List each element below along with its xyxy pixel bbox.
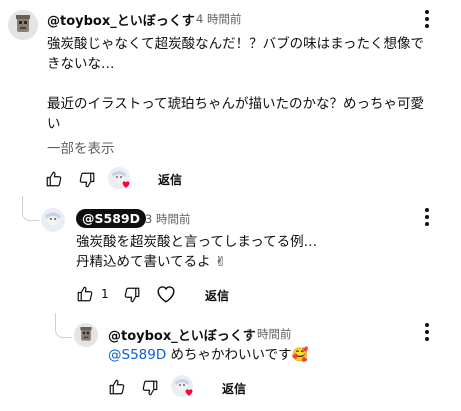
comment-time[interactable]: 4 時間前: [196, 11, 241, 27]
thumbs-down-icon[interactable]: [78, 171, 96, 189]
thread-connector: [22, 196, 39, 221]
more-vert-icon[interactable]: [425, 208, 429, 226]
thumbs-down-icon[interactable]: [123, 286, 141, 304]
creator-badge[interactable]: @S589D: [76, 209, 146, 228]
s589d-avatar-icon: [41, 208, 65, 232]
comment-text-line: い: [47, 116, 61, 132]
toybox-avatar-icon: [8, 10, 38, 40]
heart-icon: [121, 180, 131, 190]
reply-text: @S589D めちゃかわいいです🥰: [108, 345, 308, 365]
reply-author[interactable]: @toybox_といぼっくす: [108, 325, 256, 344]
reply-time[interactable]: 3 時間前: [246, 326, 291, 342]
comment-text-line: 強炭酸じゃなくて超炭酸なんだ！？バブの味はまったく想像で: [47, 36, 425, 52]
heart-icon: [184, 388, 194, 398]
heart-icon[interactable]: [155, 283, 177, 305]
thumbs-up-icon[interactable]: [108, 378, 126, 396]
comment-author[interactable]: @toybox_といぼっくす: [47, 10, 195, 29]
reply-author-avatar[interactable]: [74, 323, 98, 347]
thumbs-up-icon[interactable]: [45, 170, 63, 188]
like-count: 1: [101, 287, 109, 301]
thread-connector: [55, 313, 72, 338]
reply-time[interactable]: 3 時間前: [145, 211, 190, 227]
reply-text-line: 丹精込めて書いてるよ ✌: [76, 254, 227, 270]
thumbs-down-icon[interactable]: [141, 379, 159, 397]
reply-text-content: めちゃかわいいです🥰: [166, 347, 309, 363]
reply-button[interactable]: 返信: [222, 380, 246, 397]
show-less-button[interactable]: 一部を表示: [47, 137, 115, 157]
more-vert-icon[interactable]: [425, 323, 429, 341]
mention-link[interactable]: @S589D: [108, 347, 166, 363]
toybox-avatar-icon: [74, 323, 98, 347]
thumbs-up-icon[interactable]: [76, 285, 94, 303]
reply-button[interactable]: 返信: [158, 171, 182, 188]
author-avatar[interactable]: [8, 10, 38, 40]
comment-text-line: 最近のイラストって琥珀ちゃんが描いたのかな？めっちゃ可愛: [47, 96, 425, 112]
reply-author-avatar[interactable]: [41, 208, 65, 232]
reply-button[interactable]: 返信: [205, 287, 229, 304]
more-vert-icon[interactable]: [425, 10, 429, 28]
reply-text-line: 強炭酸を超炭酸と言ってしまってる例…: [76, 234, 318, 250]
comment-text-line: きないな…: [47, 56, 115, 72]
